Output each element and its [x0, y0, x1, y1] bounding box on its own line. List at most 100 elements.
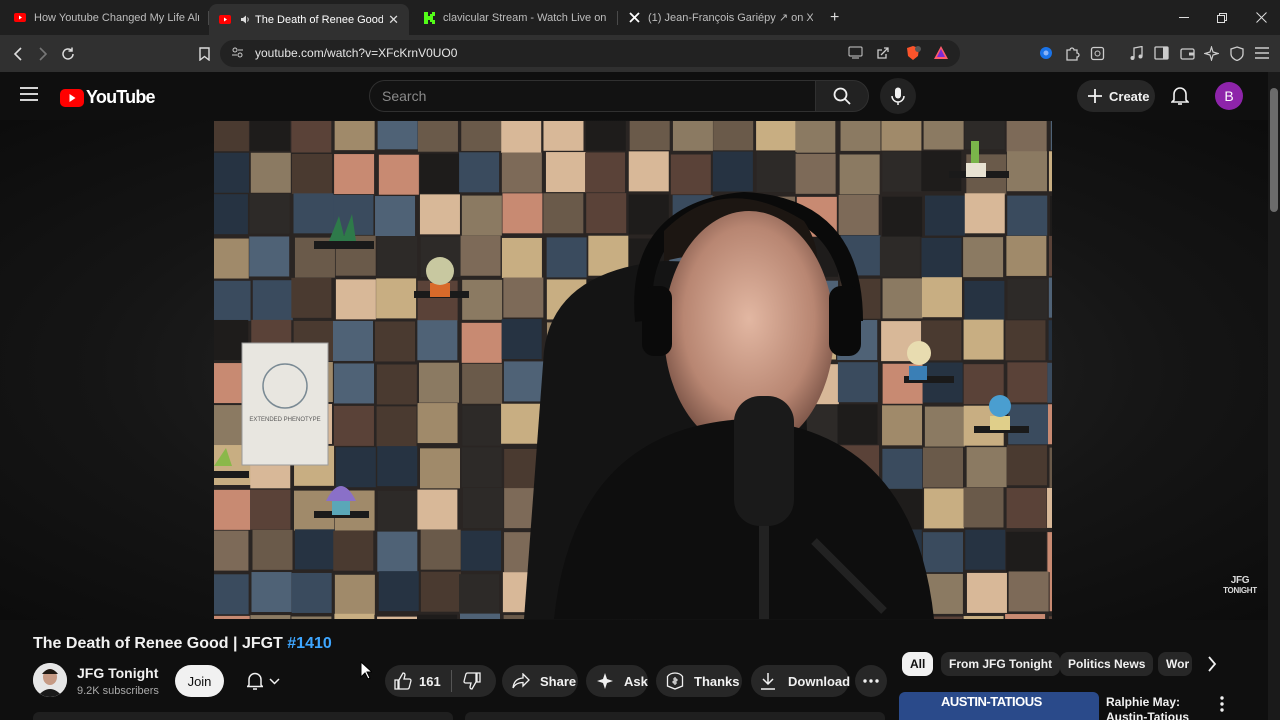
wall-tile: [964, 193, 1005, 234]
channel-avatar[interactable]: [33, 663, 67, 697]
wall-tile: [461, 322, 502, 363]
more-vertical-icon[interactable]: [1220, 696, 1224, 717]
search-box[interactable]: [369, 80, 816, 112]
url-text[interactable]: youtube.com/watch?v=XFcKrnV0UO0: [255, 46, 457, 60]
wall-tile: [1006, 121, 1047, 152]
wall-tile: [420, 571, 461, 612]
thanks-button[interactable]: Thanks: [656, 665, 742, 697]
channel-watermark[interactable]: JFG TONIGHT: [1222, 576, 1258, 596]
wall-tile: [628, 151, 669, 192]
media-music-icon[interactable]: [1126, 43, 1146, 63]
minimize-icon[interactable]: [1165, 0, 1203, 35]
youtube-logo[interactable]: YouTube: [60, 87, 156, 108]
wall-tile: [963, 319, 1004, 360]
wall-tile: [377, 490, 418, 531]
wall-tile: [1007, 279, 1048, 320]
account-avatar[interactable]: B: [1215, 82, 1243, 110]
share-button[interactable]: Share: [502, 665, 578, 697]
recommended-video-title[interactable]: Ralphie May: Austin-Tatious: [1106, 695, 1189, 720]
description-box[interactable]: [33, 712, 453, 720]
chat-box[interactable]: [465, 712, 885, 720]
chevron-right-icon[interactable]: [1207, 656, 1217, 677]
hamburger-menu-icon[interactable]: [20, 86, 38, 107]
dislike-thumb-down-icon[interactable]: [462, 671, 482, 691]
site-settings-icon[interactable]: [231, 46, 244, 64]
like-thumb-up-icon[interactable]: [393, 671, 413, 691]
wall-tile: [461, 195, 502, 236]
vpn-shield-icon[interactable]: [1227, 43, 1247, 63]
browser-tab[interactable]: clavicular Stream - Watch Live on Kic: [413, 4, 618, 31]
share-label: Share: [540, 673, 577, 689]
close-tab-icon[interactable]: ✕: [388, 12, 399, 28]
browser-tab[interactable]: How Youtube Changed My Life Alrea: [4, 4, 209, 31]
wall-tile: [1047, 532, 1052, 573]
wall-tile: [923, 447, 964, 488]
new-tab-button[interactable]: +: [826, 4, 850, 31]
vpn-extension-icon[interactable]: [1036, 43, 1056, 63]
wall-tile: [882, 196, 923, 237]
bookmark-icon[interactable]: [193, 43, 215, 65]
chip-politics-news[interactable]: Politics News: [1060, 652, 1154, 676]
create-button[interactable]: Create: [1077, 80, 1155, 112]
sidebar-toggle-icon[interactable]: [1151, 43, 1171, 63]
brave-rewards-icon[interactable]: [934, 46, 948, 64]
share-page-icon[interactable]: [876, 46, 890, 65]
search-button[interactable]: [815, 80, 869, 112]
tab-title: clavicular Stream - Watch Live on Kic: [443, 11, 608, 24]
screenshot-icon[interactable]: [1087, 43, 1107, 63]
browser-tab-active[interactable]: The Death of Renee Good | JF ✕: [209, 4, 409, 35]
wall-tile: [966, 572, 1007, 613]
chip-partial[interactable]: Wor: [1158, 652, 1192, 676]
back-arrow-icon[interactable]: [7, 43, 29, 65]
cast-icon[interactable]: [848, 46, 863, 64]
forward-arrow-icon[interactable]: [32, 43, 54, 65]
brave-shields-icon[interactable]: [905, 45, 921, 66]
speaker-icon[interactable]: [239, 14, 251, 26]
wall-tile: [837, 362, 878, 403]
wall-tile: [501, 152, 542, 193]
like-dislike-group: 161: [385, 665, 496, 697]
reload-icon[interactable]: [57, 43, 79, 65]
wall-tile: [462, 488, 503, 529]
wall-tile: [1006, 151, 1047, 192]
ask-button[interactable]: Ask: [586, 665, 648, 697]
extensions-puzzle-icon[interactable]: [1062, 43, 1082, 63]
wall-tile: [460, 235, 501, 276]
recommended-thumbnail[interactable]: AUSTIN-TATIOUS: [899, 692, 1099, 720]
wall-tile: [334, 363, 375, 404]
wallet-icon[interactable]: [1177, 43, 1197, 63]
share-arrow-icon: [511, 671, 531, 691]
video-player[interactable]: EXTENDED PHENOTYPE: [214, 121, 1052, 619]
search-input[interactable]: [382, 87, 802, 105]
browser-menu-icon[interactable]: [1252, 43, 1272, 63]
wall-tile: [334, 121, 375, 151]
hashtag-link[interactable]: #1410: [287, 635, 332, 652]
download-button[interactable]: Download: [751, 665, 850, 697]
voice-search-button[interactable]: [880, 78, 916, 114]
notifications-bell-icon[interactable]: [1170, 86, 1190, 111]
channel-name[interactable]: JFG Tonight: [77, 665, 158, 681]
leo-ai-icon[interactable]: [1201, 43, 1221, 63]
subscription-bell-button[interactable]: [233, 665, 293, 697]
more-actions-button[interactable]: [855, 665, 887, 697]
chip-all[interactable]: All: [902, 652, 934, 676]
wall-tile: [964, 121, 1005, 150]
restore-icon[interactable]: [1203, 0, 1241, 35]
thumbnail-text: AUSTIN-TATIOUS: [941, 694, 1042, 709]
like-count[interactable]: 161: [419, 674, 441, 689]
wall-tile: [378, 571, 419, 612]
search-icon: [833, 87, 851, 105]
wall-tile: [250, 489, 291, 530]
browser-tab[interactable]: (1) Jean-François Gariépy ↗ on X: "I: [618, 4, 823, 31]
wall-tile: [378, 154, 419, 195]
wall-tile: [543, 121, 584, 151]
close-window-icon[interactable]: [1242, 0, 1280, 35]
kick-favicon-icon: [423, 11, 435, 24]
wall-tile: [251, 572, 292, 613]
join-button[interactable]: Join: [175, 665, 224, 697]
tab-title: How Youtube Changed My Life Alrea: [34, 11, 199, 24]
scrollbar-thumb[interactable]: [1270, 88, 1278, 212]
address-bar[interactable]: youtube.com/watch?v=XFcKrnV0UO0: [220, 40, 960, 67]
chip-from-channel[interactable]: From JFG Tonight: [941, 652, 1061, 676]
wall-tile: [586, 193, 627, 234]
